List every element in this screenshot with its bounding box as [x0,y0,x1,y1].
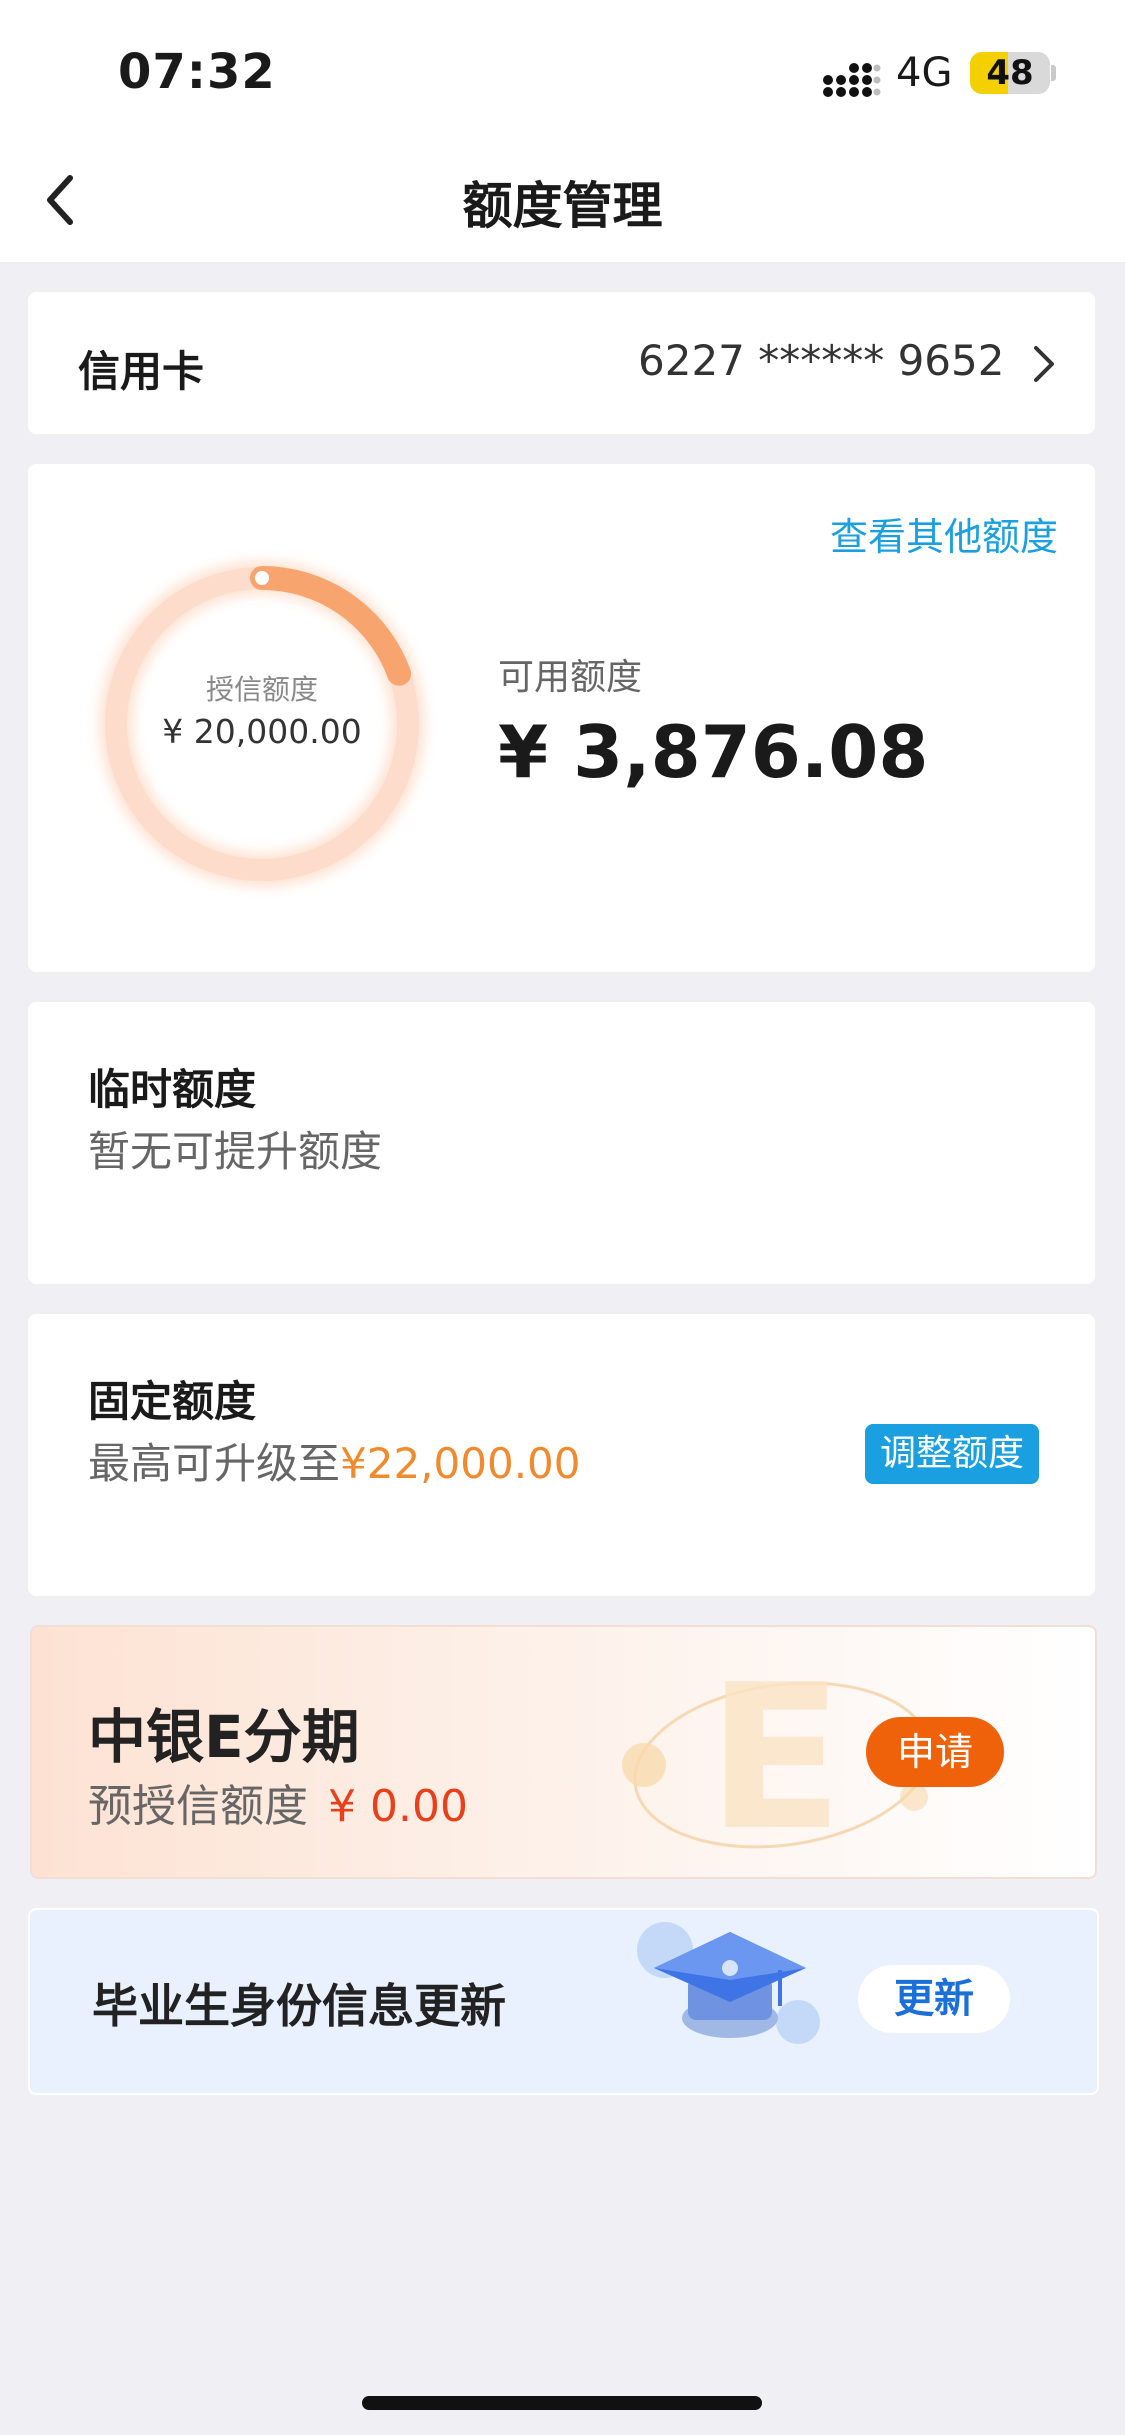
graduation-cap-icon [637,1922,820,2044]
apply-button[interactable]: 申请 [866,1717,1004,1787]
card-number: 6227 ****** 9652 [638,336,1005,385]
battery-icon: 48 [970,52,1050,94]
available-credit-label: 可用额度 [498,657,643,698]
battery-percent: 48 [986,53,1034,93]
installment-desc: 预授信额度 ¥ 0.00 [88,1770,468,1834]
installment-amount: ¥ 0.00 [328,1781,468,1832]
status-time: 07:32 [118,44,276,100]
fixed-limit-desc-prefix: 最高可升级至 [88,1439,341,1488]
total-credit-value: ¥ 20,000.00 [162,712,362,751]
adjust-limit-button[interactable]: 调整额度 [865,1424,1039,1484]
update-button[interactable]: 更新 [858,1965,1010,2033]
credit-ring-chart: 授信额度 ¥ 20,000.00 [88,550,436,898]
home-indicator[interactable] [362,2396,762,2410]
fixed-limit-desc: 最高可升级至¥22,000.00 [88,1430,581,1491]
installment-desc-prefix: 预授信额度 [88,1781,308,1832]
temporary-limit-title: 临时额度 [88,1065,257,1114]
temporary-limit-desc: 暂无可提升额度 [88,1127,383,1176]
fixed-limit-max-amount: ¥22,000.00 [340,1439,581,1488]
ring-start-dot [255,571,269,585]
cellular-signal-icon [823,63,881,97]
installment-title: 中银E分期 [88,1703,360,1771]
battery-cap [1051,65,1056,81]
available-credit-value: ¥ 3,876.08 [498,710,929,794]
total-credit-label: 授信额度 [205,673,318,706]
svg-text:E: E [707,1642,844,1875]
graduate-info-title: 毕业生身份信息更新 [92,1979,506,2033]
chevron-right-icon [1034,346,1054,382]
network-type: 4G [896,50,953,96]
view-other-limits-link[interactable]: 查看其他额度 [830,506,1058,561]
card-type-label: 信用卡 [78,347,205,396]
fixed-limit-title: 固定额度 [88,1377,257,1426]
page-title: 额度管理 [462,177,663,235]
